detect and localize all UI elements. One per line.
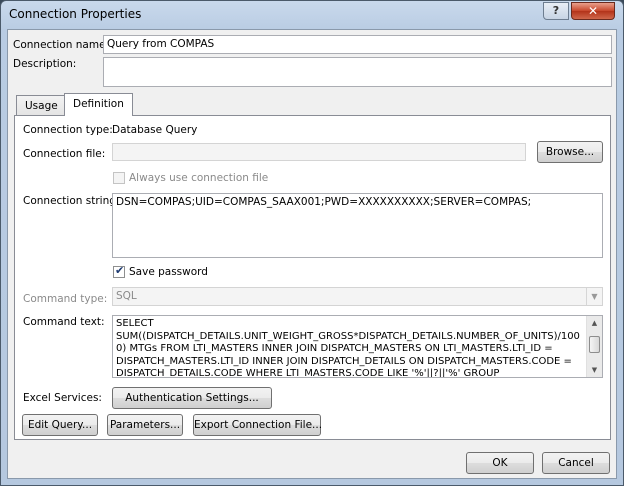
command-text-scrollbar[interactable]: ▲ ▼ [586,316,602,377]
close-button[interactable]: ✕ [571,2,615,20]
save-password-checkbox[interactable] [113,264,125,278]
command-text-label: Command text: [23,316,105,328]
connection-file-input[interactable] [112,143,526,161]
cancel-button[interactable]: Cancel [542,452,610,474]
chevron-down-icon: ▼ [586,288,602,305]
title-bar[interactable]: Connection Properties ? ✕ [1,1,623,29]
help-button[interactable]: ? [543,2,569,20]
browse-button[interactable]: Browse... [537,141,603,163]
scroll-down-icon[interactable]: ▼ [587,363,602,377]
save-password-label: Save password [129,266,208,278]
scroll-up-icon[interactable]: ▲ [587,316,602,330]
connection-type-value: Database Query [112,124,198,136]
tab-definition[interactable]: Definition [64,93,133,116]
ok-button[interactable]: OK [466,452,534,474]
window-title: Connection Properties [9,7,142,21]
connection-properties-window: Connection Properties ? ✕ Connection nam… [0,0,624,486]
tab-usage[interactable]: Usage [16,95,67,116]
scroll-thumb[interactable] [589,336,600,353]
command-type-label: Command type: [23,293,108,305]
always-use-label: Always use connection file [129,172,269,184]
authentication-settings-button[interactable]: Authentication Settings... [112,387,272,409]
command-text-input[interactable]: SELECT SUM((DISPATCH_DETAILS.UNIT_WEIGHT… [112,315,603,378]
export-connection-file-button[interactable]: Export Connection File... [193,414,322,436]
edit-query-button[interactable]: Edit Query... [22,414,98,436]
connection-string-input[interactable]: DSN=COMPAS;UID=COMPAS_SAAX001;PWD=XXXXXX… [112,193,603,258]
connection-string-label: Connection string: [23,195,120,207]
command-type-value: SQL [116,290,137,302]
dialog-body: Connection name: Query from COMPAS Descr… [7,29,617,479]
description-input[interactable] [103,57,612,87]
description-label: Description: [13,58,77,70]
excel-services-label: Excel Services: [23,392,102,404]
always-use-checkbox[interactable] [113,172,125,184]
command-type-select[interactable]: SQL ▼ [112,287,603,306]
connection-file-label: Connection file: [23,148,106,160]
connection-name-input[interactable]: Query from COMPAS [103,35,612,54]
parameters-button[interactable]: Parameters... [107,414,183,436]
command-text-value: SELECT SUM((DISPATCH_DETAILS.UNIT_WEIGHT… [116,318,580,378]
connection-name-label: Connection name: [13,39,110,51]
definition-panel: Connection type: Database Query Connecti… [14,115,611,440]
connection-type-label: Connection type: [23,124,113,136]
